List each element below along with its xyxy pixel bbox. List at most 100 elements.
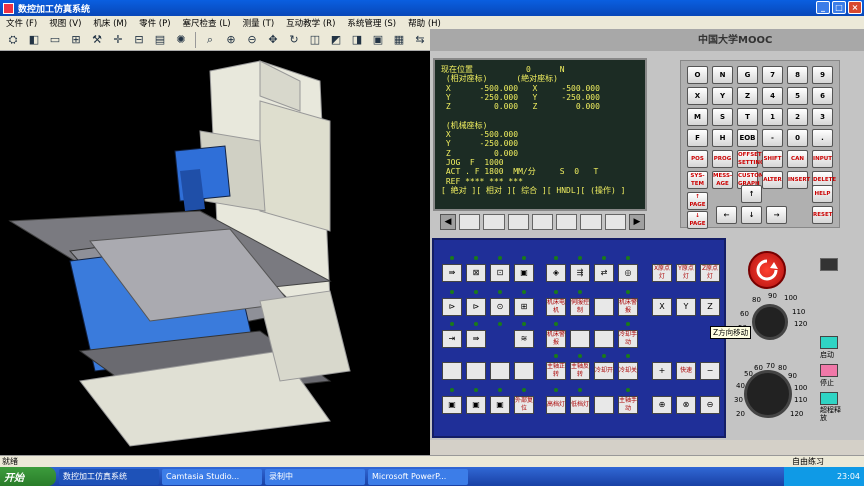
spindle-cw-button[interactable]: 主轴正转 — [546, 362, 566, 380]
wwww-icon[interactable]: ≋ — [514, 330, 534, 348]
spindle-ccw-button[interactable]: 主轴反转 — [570, 362, 590, 380]
menu-file[interactable]: 文件 (F) — [0, 17, 43, 29]
inc-mode-icon[interactable]: ⇄ — [594, 264, 614, 282]
external-reset-button[interactable]: 外部复位 — [514, 396, 534, 414]
softkey-5[interactable] — [556, 214, 578, 230]
arrow-left-icon[interactable]: ← — [716, 206, 737, 224]
front-view-icon[interactable]: ◫ — [305, 31, 325, 49]
key-system[interactable]: SYS-TEM — [687, 171, 708, 189]
optional-stop-icon[interactable]: ⊙ — [490, 298, 510, 316]
task-recording[interactable]: 录制中 — [265, 468, 365, 485]
task-camtasia[interactable]: Camtasia Studio... — [162, 468, 262, 485]
display-icon[interactable]: ▦ — [389, 31, 409, 49]
key-0[interactable]: 0 — [787, 129, 808, 147]
key-1[interactable]: 1 — [762, 108, 783, 126]
rotate-icon[interactable]: ↻ — [284, 31, 304, 49]
maximize-button[interactable]: □ — [832, 1, 846, 14]
axis-z-button[interactable]: Z — [700, 298, 720, 316]
key-7[interactable]: 7 — [762, 66, 783, 84]
softkey-4[interactable] — [531, 214, 554, 230]
softkey-1[interactable] — [459, 214, 481, 230]
key-Z[interactable]: Z — [737, 87, 758, 105]
overtravel-release-button[interactable] — [820, 392, 838, 405]
coolant-manual-button[interactable]: 冷却手动 — [618, 330, 638, 348]
blank-button-2[interactable] — [570, 330, 590, 348]
edit-icon[interactable]: ▤ — [150, 31, 170, 49]
edit-mode-icon[interactable]: ⊠ — [466, 264, 486, 282]
key-X[interactable]: X — [687, 87, 708, 105]
task-powerpoint[interactable]: Microsoft PowerP... — [368, 468, 468, 485]
softkey-left-icon[interactable]: ◀ — [440, 214, 456, 230]
iso-view-icon[interactable]: ▣ — [368, 31, 388, 49]
key-S[interactable]: S — [712, 108, 733, 126]
key-page-up[interactable]: ↑ PAGE — [687, 192, 708, 210]
blank-button-8[interactable] — [594, 396, 614, 414]
menu-teaching[interactable]: 互动教学 (R) — [280, 17, 341, 29]
arrow-right-icon[interactable]: → — [766, 206, 787, 224]
menu-part[interactable]: 零件 (P) — [133, 17, 176, 29]
servo-control-button[interactable]: 伺服控制 — [570, 298, 590, 316]
dnc-mode-icon[interactable]: ▣ — [514, 264, 534, 282]
tool-icon[interactable]: ⚒ — [87, 31, 107, 49]
start-button[interactable] — [820, 336, 838, 349]
machine-motor-button[interactable]: 机床电机 — [546, 298, 566, 316]
measure-icon[interactable]: ⊟ — [129, 31, 149, 49]
softkey-7[interactable] — [604, 214, 626, 230]
blank-button-5[interactable] — [466, 362, 486, 380]
menu-system[interactable]: 系统管理 (S) — [341, 17, 402, 29]
pan-icon[interactable]: ✥ — [263, 31, 283, 49]
menu-view[interactable]: 视图 (V) — [43, 17, 87, 29]
menu-feeler[interactable]: 塞尺检查 (L) — [177, 17, 237, 29]
key-9[interactable]: 9 — [812, 66, 833, 84]
menu-help[interactable]: 帮助 (H) — [402, 17, 447, 29]
zoom-icon[interactable]: ⌕ — [200, 31, 220, 49]
settings-icon[interactable]: ✺ — [171, 31, 191, 49]
minimize-button[interactable]: _ — [816, 1, 830, 14]
part-icon[interactable]: ◧ — [24, 31, 44, 49]
spindle-stop-icon[interactable]: ⊗ — [676, 396, 696, 414]
blank-button-1[interactable] — [594, 298, 614, 316]
coordinate-icon[interactable]: ✛ — [108, 31, 128, 49]
key-4[interactable]: 4 — [762, 87, 783, 105]
skip-icon[interactable]: ⊳ — [466, 298, 486, 316]
machine-icon[interactable]: ⛭ — [3, 31, 23, 49]
feed-hold-icon[interactable]: ▣ — [466, 396, 486, 414]
arrow-up-icon[interactable]: ↑ — [741, 185, 762, 203]
key-H[interactable]: H — [712, 129, 733, 147]
axis-y-button[interactable]: Y — [676, 298, 696, 316]
key-F[interactable]: F — [687, 129, 708, 147]
key-alter[interactable]: ALTER — [762, 171, 783, 189]
key-prog[interactable]: PROG — [712, 150, 733, 168]
stop-button[interactable] — [820, 364, 838, 377]
coolant-on-button[interactable]: 冷却开 — [594, 362, 614, 380]
swap-icon[interactable]: ⇆ — [410, 31, 430, 49]
fixture-icon[interactable]: ⊞ — [66, 31, 86, 49]
key-can[interactable]: CAN — [787, 150, 808, 168]
key-input[interactable]: INPUT — [812, 150, 833, 168]
task-cnc-sim[interactable]: 数控加工仿真系统 — [59, 468, 159, 485]
side-view-icon[interactable]: ◨ — [347, 31, 367, 49]
blank-icon[interactable]: ▭ — [45, 31, 65, 49]
key-pos[interactable]: POS — [687, 150, 708, 168]
blank-button-7[interactable] — [514, 362, 534, 380]
emergency-stop-button[interactable] — [748, 251, 786, 289]
m00-icon[interactable]: ▣ — [490, 396, 510, 414]
key-6[interactable]: 6 — [812, 87, 833, 105]
jog-plus-button[interactable]: + — [652, 362, 672, 380]
key-insert[interactable]: INSERT — [787, 171, 810, 189]
key-shift[interactable]: SHIFT — [762, 150, 783, 168]
key-EOB[interactable]: EOB — [737, 129, 758, 147]
lock-icon[interactable]: ⇛ — [466, 330, 486, 348]
auto-mode-icon[interactable]: ⇛ — [442, 264, 462, 282]
softkey-2[interactable] — [483, 214, 505, 230]
spindle-override-dial[interactable] — [752, 304, 788, 340]
key-8[interactable]: 8 — [787, 66, 808, 84]
key-N[interactable]: N — [712, 66, 733, 84]
mdi-mode-icon[interactable]: ⊡ — [490, 264, 510, 282]
handwheel-mode-icon[interactable]: ◎ — [618, 264, 638, 282]
softkey-right-icon[interactable]: ▶ — [628, 214, 645, 230]
axis-x-button[interactable]: X — [652, 298, 672, 316]
single-block-icon[interactable]: ⊳ — [442, 298, 462, 316]
key-M[interactable]: M — [687, 108, 708, 126]
ref-return-icon[interactable]: ◈ — [546, 264, 566, 282]
